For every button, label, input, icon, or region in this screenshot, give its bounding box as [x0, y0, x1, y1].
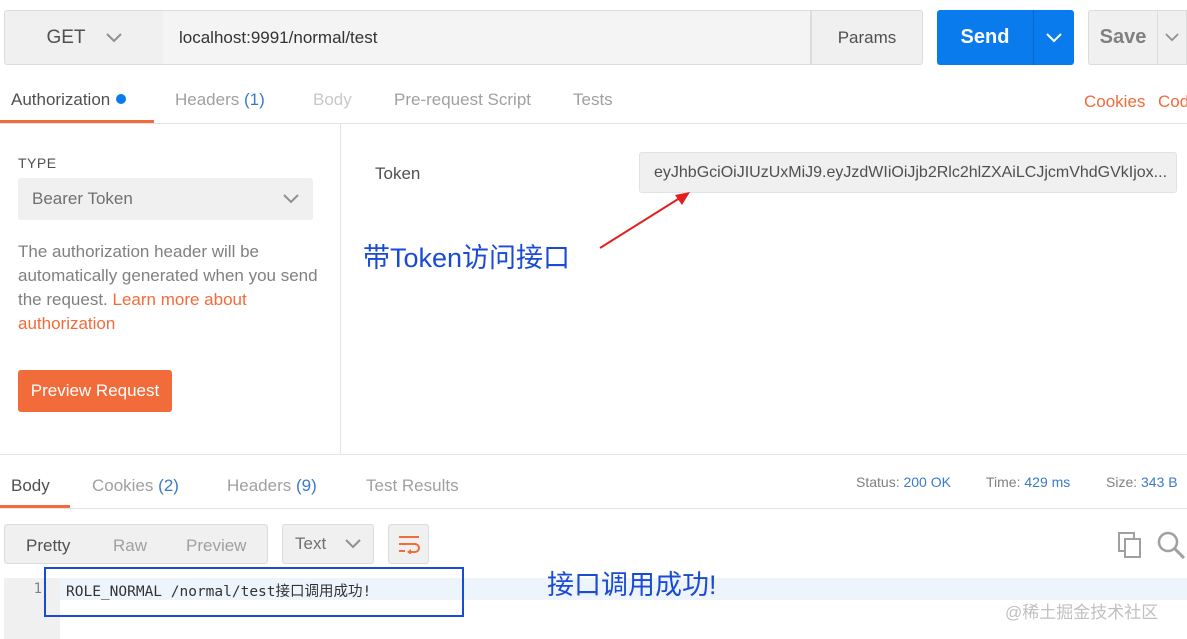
chevron-down-icon	[1046, 32, 1062, 42]
auth-type-value: Bearer Token	[32, 189, 133, 208]
url-text: localhost:9991/normal/test	[179, 27, 378, 47]
size-value: 343 B	[1141, 474, 1178, 490]
line-number: 1	[33, 581, 42, 597]
status-value: 200 OK	[903, 474, 951, 490]
time-value: 429 ms	[1024, 474, 1071, 490]
request-tabs: Authorization Headers (1) Body Pre-reque…	[0, 80, 1187, 124]
chevron-down-icon	[105, 32, 122, 42]
size-meta: Size: 343 B	[1106, 474, 1178, 490]
search-icon[interactable]	[1157, 531, 1185, 559]
method-label: GET	[46, 26, 86, 48]
panel-divider	[340, 124, 341, 454]
chevron-down-icon	[283, 194, 299, 204]
status-meta: Status: 200 OK	[856, 474, 951, 490]
size-label: Size:	[1106, 474, 1138, 490]
annotation-arrow-icon	[599, 192, 690, 249]
format-value: Text	[295, 534, 327, 553]
tab-authorization[interactable]: Authorization	[11, 90, 127, 110]
url-input[interactable]: localhost:9991/normal/test	[163, 10, 811, 65]
tab-headers-count: (1)	[244, 90, 265, 109]
time-label: Time:	[986, 474, 1021, 490]
params-button[interactable]: Params	[811, 10, 923, 65]
copy-icon[interactable]	[1118, 532, 1142, 558]
view-preview-button[interactable]: Preview	[186, 536, 246, 556]
send-button[interactable]: Send	[937, 10, 1033, 65]
tab-pre-request-script[interactable]: Pre-request Script	[394, 90, 531, 110]
tab-response-headers-count: (9)	[296, 476, 317, 495]
view-pretty-button[interactable]: Pretty	[26, 536, 70, 556]
tab-body[interactable]: Body	[313, 90, 352, 110]
auth-description: The authorization header will be automat…	[18, 240, 318, 336]
auth-type-select[interactable]: Bearer Token	[18, 178, 313, 220]
token-value: eyJhbGciOiJIUzUxMiJ9.eyJzdWIiOiJjb2Rlc2h…	[654, 163, 1168, 181]
wrap-lines-icon	[398, 536, 420, 554]
tab-authorization-label: Authorization	[11, 90, 111, 109]
tab-headers[interactable]: Headers (1)	[175, 90, 265, 110]
success-annotation: 接口调用成功!	[547, 570, 717, 600]
section-divider	[0, 454, 1187, 455]
tab-response-cookies-label: Cookies	[92, 476, 154, 495]
cookies-link[interactable]: Cookies	[1084, 92, 1145, 112]
save-button[interactable]: Save	[1088, 10, 1158, 65]
tab-response-cookies[interactable]: Cookies (2)	[92, 476, 179, 496]
method-select[interactable]: GET	[4, 10, 164, 65]
watermark: @稀土掘金技术社区	[1005, 603, 1159, 622]
wrap-lines-button[interactable]	[388, 524, 429, 564]
auth-type-label: TYPE	[18, 155, 57, 171]
tab-response-headers[interactable]: Headers (9)	[227, 476, 317, 496]
tab-headers-label: Headers	[175, 90, 240, 109]
preview-request-button[interactable]: Preview Request	[18, 370, 172, 412]
active-tab-indicator	[0, 120, 154, 123]
annotation-box	[44, 567, 464, 617]
view-mode-group: Pretty Raw Preview	[4, 524, 268, 564]
token-input[interactable]: eyJhbGciOiJIUzUxMiJ9.eyJzdWIiOiJjb2Rlc2h…	[639, 152, 1177, 193]
chevron-down-icon	[1165, 33, 1179, 42]
time-meta: Time: 429 ms	[986, 474, 1070, 490]
format-select[interactable]: Text	[282, 524, 374, 564]
send-dropdown-button[interactable]	[1033, 10, 1074, 65]
token-annotation: 带Token访问接口	[363, 243, 571, 273]
tab-test-results[interactable]: Test Results	[366, 476, 459, 496]
tab-response-body[interactable]: Body	[11, 476, 50, 496]
chevron-down-icon	[345, 539, 361, 549]
tab-response-cookies-count: (2)	[158, 476, 179, 495]
save-dropdown-button[interactable]	[1157, 10, 1187, 65]
status-label: Status:	[856, 474, 900, 490]
code-link[interactable]: Cod	[1158, 92, 1187, 112]
modified-dot-icon	[116, 94, 127, 104]
view-raw-button[interactable]: Raw	[113, 536, 147, 556]
tab-response-headers-label: Headers	[227, 476, 292, 495]
token-label: Token	[375, 164, 421, 183]
tab-tests[interactable]: Tests	[573, 90, 613, 110]
response-tabs-divider	[0, 508, 1187, 509]
